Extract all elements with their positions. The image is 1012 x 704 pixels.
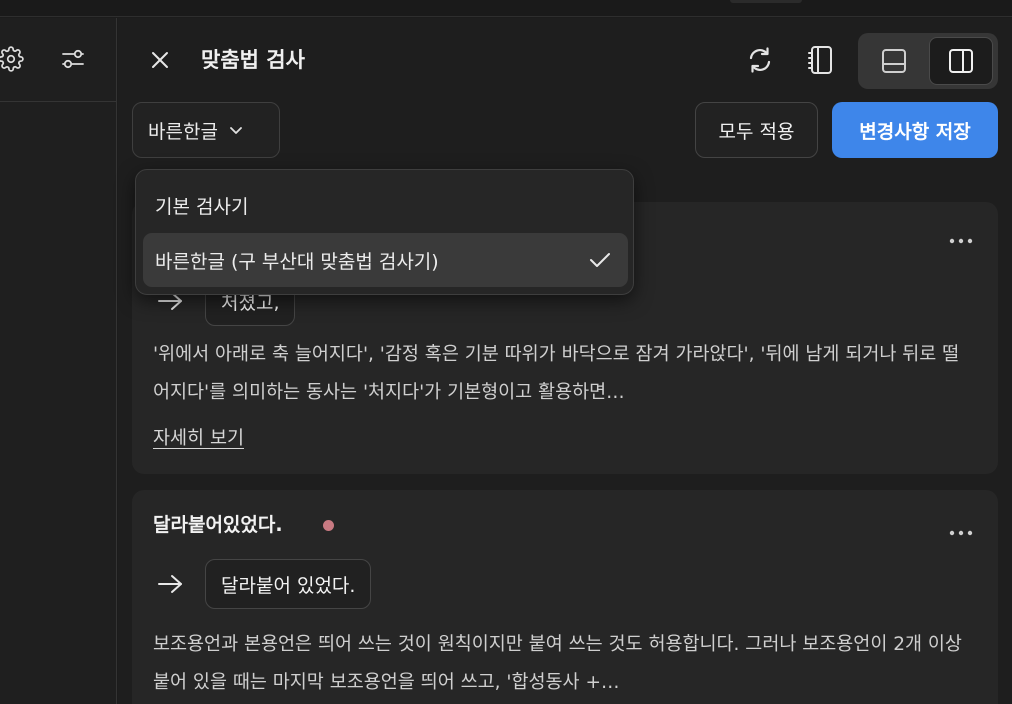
gear-icon[interactable] xyxy=(0,44,26,74)
dropdown-option-basic[interactable]: 기본 검사기 xyxy=(143,178,628,232)
correction-card: 달라붙어있었다. 달라붙어 있었다. 보조용언과 본용언은 띄어 쓰는 것이 원… xyxy=(132,490,998,704)
layout-bottom-icon xyxy=(882,49,906,73)
layout-side-button[interactable] xyxy=(929,37,993,85)
layout-side-icon xyxy=(949,49,973,73)
dropdown-option-label: 바른한글 (구 부산대 맞춤법 검사기) xyxy=(155,250,439,273)
arrow-right-icon xyxy=(154,569,186,599)
close-icon xyxy=(152,52,168,68)
top-strip xyxy=(0,0,1012,17)
refresh-button[interactable] xyxy=(742,42,778,78)
more-icon xyxy=(949,530,973,536)
sliders-icon[interactable] xyxy=(58,44,88,74)
app-window: 맞춤법 검사 바른한글 모두 적용 변경사항 저장 처졌고, '위에서 아래로 … xyxy=(0,0,1012,704)
original-text: 달라붙어있었다. xyxy=(153,514,283,536)
dropdown-option-bareun[interactable]: 바른한글 (구 부산대 맞춤법 검사기) xyxy=(143,233,628,287)
save-changes-button[interactable]: 변경사항 저장 xyxy=(832,102,998,158)
apply-all-button[interactable]: 모두 적용 xyxy=(695,102,818,158)
see-more-link[interactable]: 자세히 보기 xyxy=(153,424,244,454)
correction-description: 보조용언과 본용언은 띄어 쓰는 것이 원칙이지만 붙여 쓰는 것도 허용합니다… xyxy=(153,634,962,693)
suggestion-chip[interactable]: 달라붙어 있었다. xyxy=(205,559,372,609)
correction-description: '위에서 아래로 축 늘어지다', '감정 혹은 기분 따위가 바닥으로 잠겨 … xyxy=(153,344,960,403)
engine-select-label: 바른한글 xyxy=(148,120,218,143)
chevron-down-icon xyxy=(228,122,244,138)
dropdown-option-label: 기본 검사기 xyxy=(155,195,249,218)
left-toolbar xyxy=(0,18,117,102)
close-button[interactable] xyxy=(142,45,178,75)
panel-header: 맞춤법 검사 xyxy=(118,18,1012,102)
more-button[interactable] xyxy=(946,520,976,546)
tab-stub[interactable] xyxy=(730,0,802,3)
panel-title: 맞춤법 검사 xyxy=(201,48,305,72)
check-icon xyxy=(588,248,612,272)
more-button[interactable] xyxy=(946,228,976,254)
layout-toggle xyxy=(858,33,998,89)
notebook-button[interactable] xyxy=(803,42,839,78)
error-dot xyxy=(323,520,334,531)
spellcheck-panel: 맞춤법 검사 바른한글 모두 적용 변경사항 저장 처졌고, '위에서 아래로 … xyxy=(118,18,1012,704)
engine-dropdown-menu: 기본 검사기 바른한글 (구 부산대 맞춤법 검사기) xyxy=(135,169,634,295)
layout-bottom-button[interactable] xyxy=(862,37,926,85)
left-sidebar xyxy=(0,18,117,704)
refresh-icon xyxy=(749,47,771,73)
notebook-icon xyxy=(808,46,832,74)
engine-select[interactable]: 바른한글 xyxy=(132,102,280,158)
more-icon xyxy=(949,238,973,244)
